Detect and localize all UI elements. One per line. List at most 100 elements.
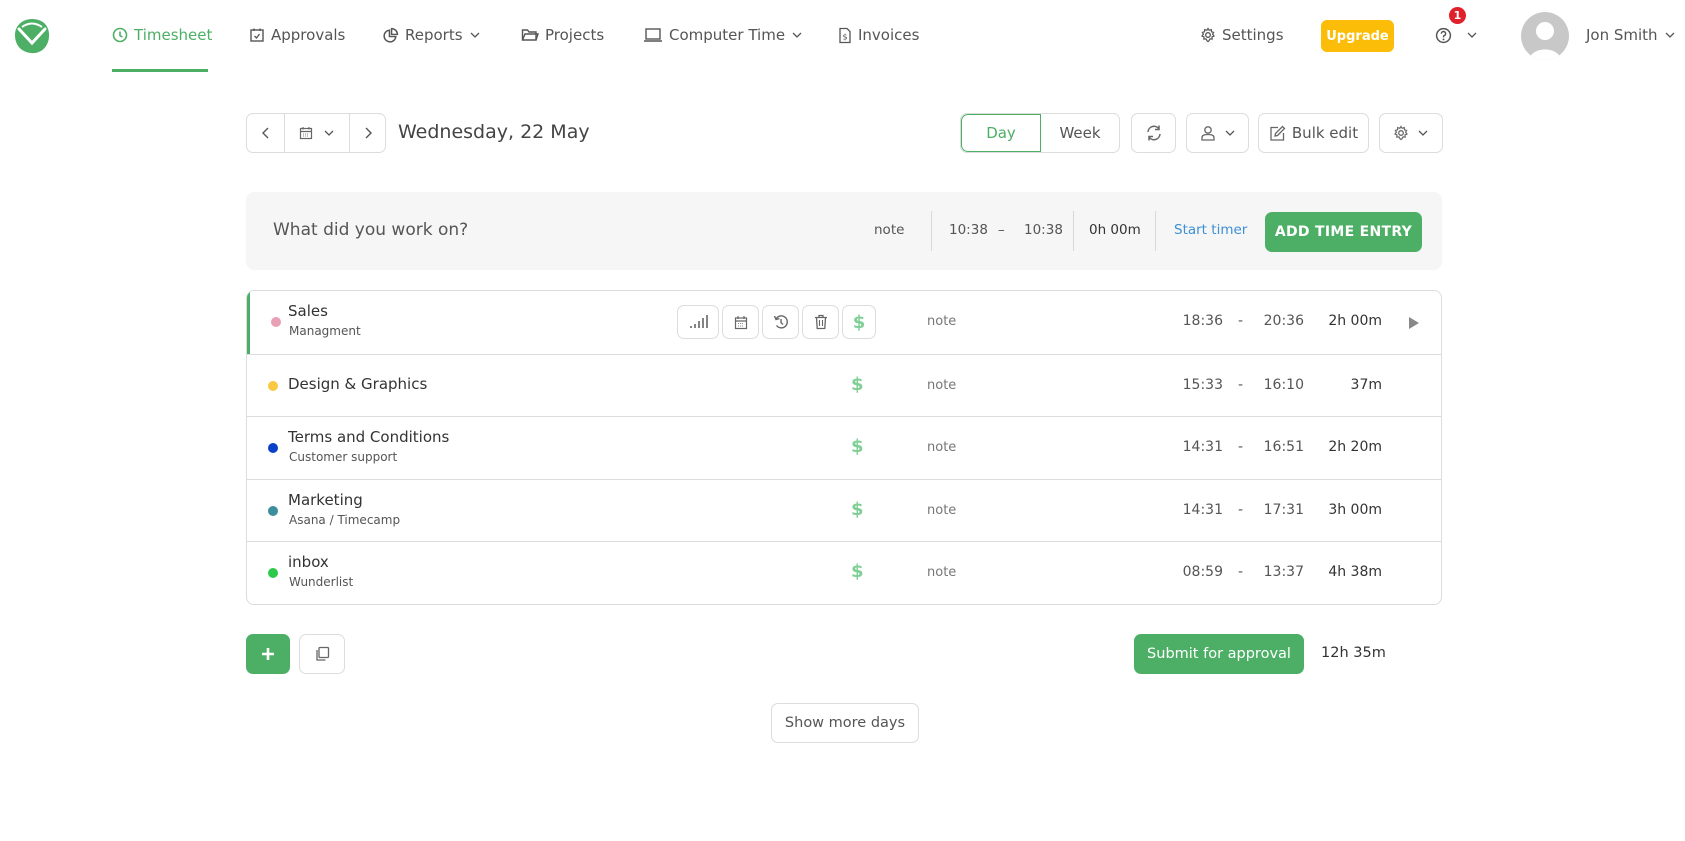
change-date-button[interactable] — [722, 305, 759, 339]
note-field[interactable]: note — [874, 222, 904, 238]
task-subtitle: Asana / Timecamp — [289, 512, 401, 527]
nav-timesheet[interactable]: Timesheet — [112, 22, 212, 48]
chevron-right-icon — [365, 127, 372, 139]
note-field[interactable]: note — [927, 314, 956, 329]
time-separator: - — [1238, 501, 1244, 518]
task-name[interactable]: Sales — [288, 302, 328, 320]
duration[interactable]: 2h 20m — [1328, 439, 1382, 455]
start-time[interactable]: 18:36 — [1183, 313, 1223, 329]
table-row[interactable]: Marketing Asana / Timecamp $ note 14:31 … — [247, 478, 1441, 542]
nav-computer-time[interactable]: Computer Time — [643, 22, 803, 48]
task-name[interactable]: Design & Graphics — [288, 375, 427, 393]
note-field[interactable]: note — [927, 565, 956, 580]
nav-settings[interactable]: Settings — [1200, 22, 1284, 48]
date-navigator — [246, 113, 386, 153]
user-filter-button[interactable] — [1186, 113, 1249, 153]
nav-invoices[interactable]: $ Invoices — [838, 22, 919, 48]
chevron-left-icon — [261, 127, 268, 139]
user-menu[interactable]: Jon Smith — [1586, 22, 1676, 48]
play-button[interactable] — [1408, 316, 1420, 330]
add-entry-button[interactable] — [246, 634, 290, 674]
new-entry-bar: note 10:38 – 10:38 0h 00m Start timer AD… — [246, 192, 1442, 270]
start-time[interactable]: 14:31 — [1183, 502, 1223, 518]
duration[interactable]: 3h 00m — [1328, 502, 1382, 518]
prev-day-button[interactable] — [247, 114, 285, 152]
avatar[interactable] — [1521, 12, 1569, 60]
active-tab-indicator — [112, 69, 208, 72]
chevron-down-icon — [792, 32, 802, 38]
help-menu[interactable] — [1435, 22, 1478, 48]
dollar-icon: $ — [852, 311, 866, 333]
svg-text:$: $ — [842, 32, 847, 41]
duration[interactable]: 37m — [1351, 377, 1382, 393]
task-color-dot — [271, 317, 281, 327]
task-name[interactable]: Terms and Conditions — [288, 428, 449, 446]
timecamp-logo[interactable] — [13, 17, 51, 55]
duration[interactable]: 4h 38m — [1328, 564, 1382, 580]
nav-approvals[interactable]: Approvals — [249, 22, 345, 48]
task-name[interactable]: Marketing — [288, 491, 363, 509]
task-input[interactable] — [273, 220, 793, 240]
end-time[interactable]: 13:37 — [1264, 564, 1304, 580]
start-time-input[interactable]: 10:38 — [949, 222, 988, 238]
time-separator: – — [998, 222, 1005, 238]
stats-button[interactable] — [677, 305, 719, 339]
submit-for-approval-button[interactable]: Submit for approval — [1134, 634, 1304, 674]
table-row[interactable]: Terms and Conditions Customer support $ … — [247, 416, 1441, 479]
end-time[interactable]: 17:31 — [1264, 502, 1304, 518]
duplicate-button[interactable] — [299, 634, 345, 674]
end-time[interactable]: 16:51 — [1264, 439, 1304, 455]
history-icon — [773, 315, 788, 329]
add-time-entry-button[interactable]: ADD TIME ENTRY — [1265, 212, 1422, 252]
billable-dollar-icon[interactable]: $ — [851, 499, 864, 520]
bulk-edit-button[interactable]: Bulk edit — [1258, 113, 1369, 153]
chevron-down-icon — [1467, 32, 1477, 38]
nav-label: Computer Time — [669, 26, 786, 44]
upgrade-button[interactable]: Upgrade — [1321, 20, 1394, 52]
task-name[interactable]: inbox — [288, 553, 329, 571]
note-field[interactable]: note — [927, 503, 956, 518]
table-row[interactable]: inbox Wunderlist $ note 08:59 - 13:37 4h… — [247, 541, 1441, 604]
divider — [1155, 211, 1156, 251]
delete-button[interactable] — [802, 305, 839, 339]
note-field[interactable]: note — [927, 440, 956, 455]
end-time-input[interactable]: 10:38 — [1024, 222, 1063, 238]
divider — [931, 211, 932, 251]
end-time[interactable]: 20:36 — [1264, 313, 1304, 329]
date-picker-button[interactable] — [285, 114, 350, 152]
trash-icon — [814, 314, 827, 330]
refresh-button[interactable] — [1131, 113, 1176, 153]
nav-reports[interactable]: Reports — [382, 22, 481, 48]
calendar-icon — [299, 127, 313, 140]
start-time[interactable]: 14:31 — [1183, 439, 1223, 455]
settings-dropdown-button[interactable] — [1379, 113, 1443, 153]
folder-icon — [521, 29, 539, 41]
time-entries-table: Sales Managment $ note 18:36 - 20:36 2h … — [246, 290, 1442, 605]
invoice-icon: $ — [839, 27, 851, 43]
view-day-button[interactable]: Day — [961, 114, 1041, 152]
table-row[interactable]: Design & Graphics $ note 15:33 - 16:10 3… — [247, 353, 1441, 417]
time-separator: - — [1238, 564, 1244, 581]
next-day-button[interactable] — [350, 114, 385, 152]
nav-projects[interactable]: Projects — [521, 22, 604, 48]
billable-dollar-icon[interactable]: $ — [851, 436, 864, 457]
nav-label: Timesheet — [134, 26, 213, 44]
duration[interactable]: 2h 00m — [1328, 313, 1382, 329]
end-time[interactable]: 16:10 — [1264, 377, 1304, 393]
billable-dollar-icon[interactable]: $ — [851, 561, 864, 582]
task-subtitle: Customer support — [289, 450, 398, 465]
note-field[interactable]: note — [927, 378, 956, 393]
table-row[interactable]: Sales Managment $ note 18:36 - 20:36 2h … — [247, 291, 1441, 354]
nav-label: Projects — [545, 26, 605, 44]
start-time[interactable]: 15:33 — [1183, 377, 1223, 393]
billable-toggle[interactable]: $ — [842, 305, 876, 339]
billable-dollar-icon[interactable]: $ — [851, 374, 864, 395]
start-timer-link[interactable]: Start timer — [1174, 222, 1247, 238]
duration-input[interactable]: 0h 00m — [1089, 222, 1141, 238]
chevron-down-icon — [1225, 130, 1234, 136]
view-week-button[interactable]: Week — [1041, 114, 1119, 152]
plus-icon — [262, 648, 274, 660]
show-more-days-button[interactable]: Show more days — [771, 703, 919, 743]
history-button[interactable] — [762, 305, 799, 339]
start-time[interactable]: 08:59 — [1183, 564, 1223, 580]
